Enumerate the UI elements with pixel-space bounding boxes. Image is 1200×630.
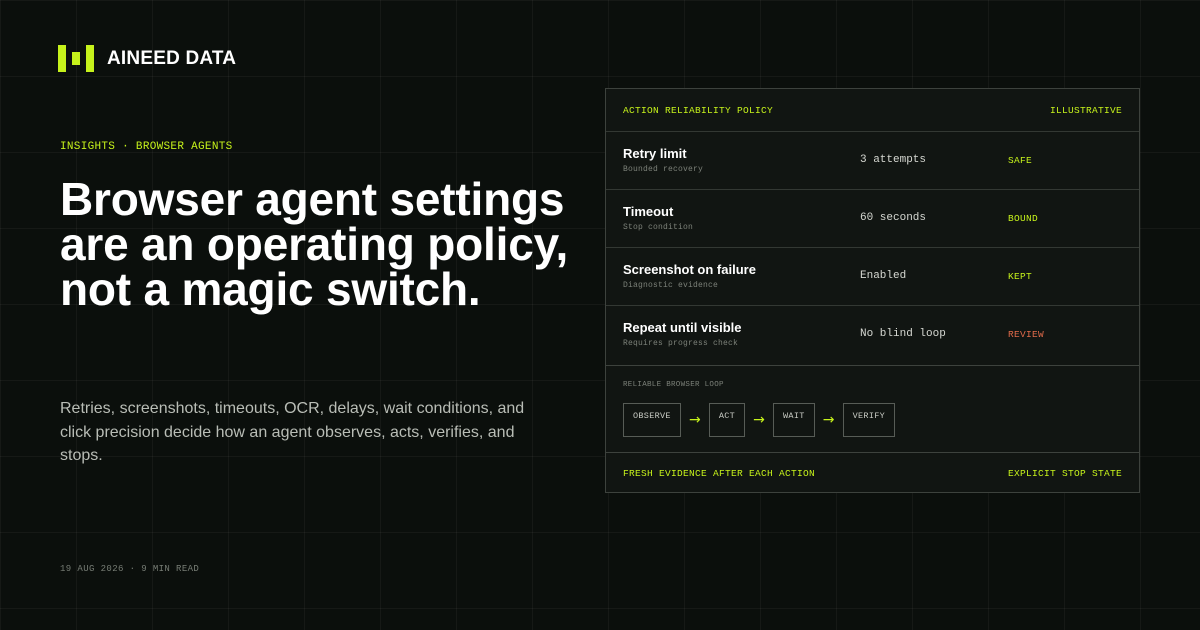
policy-row: Screenshot on failure Diagnostic evidenc… (606, 248, 1139, 306)
logo-mark-icon (58, 45, 94, 72)
policy-value: 3 attempts (860, 154, 927, 166)
policy-description: Bounded recovery (623, 165, 704, 174)
status-badge: KEPT (1008, 271, 1033, 282)
panel-footer: FRESH EVIDENCE AFTER EACH ACTION EXPLICI… (606, 453, 1139, 493)
policy-row: Repeat until visible Requires progress c… (606, 306, 1139, 364)
loop-step-verify: VERIFY (842, 403, 896, 437)
article-dek: Retries, screenshots, timeouts, OCR, del… (60, 400, 525, 464)
loop-step-wait: WAIT (773, 403, 815, 437)
policy-name: Retry limit (623, 146, 687, 161)
policy-row: Retry limit Bounded recovery 3 attempts … (606, 132, 1139, 190)
footer-note-left: FRESH EVIDENCE AFTER EACH ACTION (623, 467, 816, 479)
policy-description: Diagnostic evidence (623, 281, 719, 290)
footer-note-right: EXPLICIT STOP STATE (1007, 467, 1122, 479)
policy-value: No blind loop (860, 328, 946, 340)
panel-tag: ILLUSTRATIVE (1049, 104, 1122, 116)
policy-value: Enabled (860, 270, 907, 282)
policy-name: Repeat until visible (623, 320, 742, 335)
loop-step-act: ACT (708, 403, 746, 437)
arrow-right-icon: → (822, 412, 835, 428)
policy-panel: ACTION RELIABILITY POLICY ILLUSTRATIVE R… (605, 88, 1140, 493)
article-kicker: INSIGHTS · BROWSER AGENTS (60, 141, 233, 153)
status-badge: SAFE (1008, 155, 1033, 166)
brand-logo[interactable]: AINEED DATA (58, 45, 236, 72)
policy-value: 60 seconds (860, 212, 927, 224)
panel-title: ACTION RELIABILITY POLICY (623, 104, 774, 116)
policy-description: Requires progress check (623, 339, 739, 348)
policy-name: Screenshot on failure (623, 262, 756, 277)
brand-name: AINEED DATA (107, 47, 237, 69)
loop-step-observe: OBSERVE (623, 403, 681, 437)
article-title: Browser agent settings are an operating … (60, 173, 569, 315)
arrow-right-icon: → (753, 412, 765, 428)
panel-header: ACTION RELIABILITY POLICY ILLUSTRATIVE (606, 89, 1139, 132)
loop-title: RELIABLE BROWSER LOOP (623, 381, 724, 389)
status-badge: BOUND (1008, 213, 1039, 224)
policy-row: Timeout Stop condition 60 seconds BOUND (606, 190, 1139, 248)
article-meta: 19 AUG 2026 · 9 MIN READ (60, 564, 200, 574)
loop-steps: OBSERVE → ACT → WAIT → VERIFY (623, 403, 896, 437)
status-badge: REVIEW (1008, 329, 1045, 340)
arrow-right-icon: → (688, 412, 701, 428)
policy-description: Stop condition (623, 223, 694, 232)
policy-name: Timeout (623, 204, 674, 219)
browser-loop: RELIABLE BROWSER LOOP OBSERVE → ACT → WA… (606, 365, 1139, 453)
